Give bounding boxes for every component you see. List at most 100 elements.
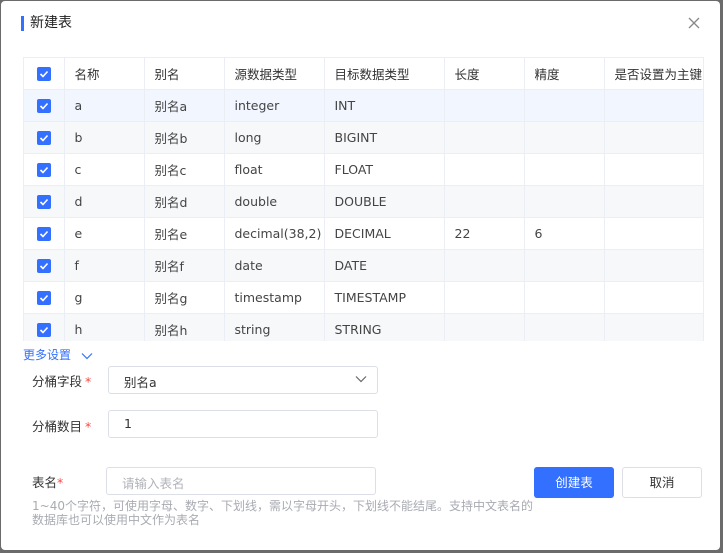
bucket-count-label: 分桶数目 * [32, 419, 92, 434]
cell-length: 22 [444, 217, 525, 250]
cell-length [444, 313, 525, 341]
cell-name: e [64, 217, 145, 250]
cell-src-type: double [224, 185, 325, 218]
bucket-field-select[interactable]: 别名a [108, 366, 378, 394]
cell-src-type: string [224, 313, 325, 341]
cell-length [444, 153, 525, 186]
cell-alias: 别名c [144, 153, 225, 186]
cell-precision [524, 281, 605, 314]
cell-name: a [64, 89, 145, 122]
column-header: 别名 [144, 58, 225, 90]
required-mark: * [57, 475, 64, 490]
row-checkbox[interactable] [36, 227, 51, 242]
row-checkbox[interactable] [36, 323, 51, 338]
more-settings-toggle[interactable]: 更多设置 [23, 346, 93, 363]
cell-target-type: FLOAT [324, 153, 445, 186]
table-row: f 别名f date DATE [24, 249, 703, 282]
row-checkbox-cell [24, 153, 65, 186]
cell-primary-key[interactable] [604, 121, 703, 154]
row-checkbox[interactable] [36, 163, 51, 178]
column-header: 精度 [524, 58, 605, 90]
row-checkbox-cell [24, 217, 65, 250]
column-header: 是否设置为主键 [604, 58, 703, 90]
cell-length [444, 121, 525, 154]
cell-precision [524, 313, 605, 341]
fields-table: 名称 别名 源数据类型 目标数据类型 长度 精度 是否设置为主键 a 别名a int… [23, 57, 704, 341]
cell-alias: 别名f [144, 249, 225, 282]
cell-src-type: long [224, 121, 325, 154]
cell-src-type: integer [224, 89, 325, 122]
column-header: 长度 [444, 58, 525, 90]
column-header: 源数据类型 [224, 58, 325, 90]
cell-primary-key[interactable] [604, 281, 703, 314]
cell-src-type: decimal(38,2) [224, 217, 325, 250]
cell-primary-key[interactable] [604, 89, 703, 122]
table-name-input[interactable]: 请输入表名 [106, 467, 376, 495]
table-row: e 别名e decimal(38,2) DECIMAL 22 6 [24, 217, 703, 250]
bucket-count-input[interactable]: 1 [108, 410, 378, 438]
row-checkbox[interactable] [36, 195, 51, 210]
title-accent-bar [21, 16, 24, 31]
cell-name: d [64, 185, 145, 218]
column-header: 目标数据类型 [324, 58, 445, 90]
required-mark: * [85, 419, 92, 434]
cell-precision [524, 121, 605, 154]
table-row: a 别名a integer INT [24, 89, 703, 122]
cell-name: c [64, 153, 145, 186]
cell-primary-key[interactable] [604, 217, 703, 250]
cell-target-type: TIMESTAMP [324, 281, 445, 314]
row-checkbox[interactable] [36, 259, 51, 274]
cell-precision [524, 249, 605, 282]
cell-src-type: date [224, 249, 325, 282]
table-header-row: 名称 别名 源数据类型 目标数据类型 长度 精度 是否设置为主键 [24, 58, 703, 90]
cell-length [444, 281, 525, 314]
cell-target-type: INT [324, 89, 445, 122]
dialog-title: 新建表 [30, 15, 72, 31]
table-row: c 别名c float FLOAT [24, 153, 703, 186]
cell-alias: 别名a [144, 89, 225, 122]
bucket-count-value: 1 [124, 416, 132, 431]
cell-target-type: BIGINT [324, 121, 445, 154]
cell-precision [524, 89, 605, 122]
table-name-label: 表名* [32, 475, 64, 490]
row-checkbox[interactable] [36, 131, 51, 146]
row-checkbox-cell [24, 121, 65, 154]
chevron-down-icon [81, 352, 93, 359]
table-row: d 别名d double DOUBLE [24, 185, 703, 218]
cell-name: b [64, 121, 145, 154]
select-all-cell [24, 58, 65, 90]
table-name-placeholder: 请输入表名 [122, 476, 185, 491]
row-checkbox[interactable] [36, 291, 51, 306]
cell-alias: 别名b [144, 121, 225, 154]
cell-target-type: STRING [324, 313, 445, 341]
table-row: h 别名h string STRING [24, 313, 703, 341]
cell-target-type: DATE [324, 249, 445, 282]
cancel-button[interactable]: 取消 [622, 467, 702, 498]
new-table-dialog: 新建表 名称 别名 源数据类型 目标数据类型 长度 精度 是否设置为主键 a 别… [1, 1, 720, 550]
row-checkbox-cell [24, 185, 65, 218]
cell-target-type: DOUBLE [324, 185, 445, 218]
more-settings-label: 更多设置 [23, 348, 72, 362]
cell-length [444, 185, 525, 218]
required-mark: * [85, 374, 92, 389]
cell-alias: 别名d [144, 185, 225, 218]
row-checkbox-cell [24, 89, 65, 122]
cell-precision [524, 153, 605, 186]
cell-src-type: timestamp [224, 281, 325, 314]
table-name-hint: 1~40个字符，可使用字母、数字、下划线，需以字母开头，下划线不能结尾。支持中文… [32, 499, 533, 527]
bucket-field-label: 分桶字段 * [32, 374, 92, 389]
cell-src-type: float [224, 153, 325, 186]
cell-primary-key[interactable] [604, 153, 703, 186]
bucket-field-value: 别名a [124, 375, 157, 390]
row-checkbox[interactable] [36, 99, 51, 114]
cell-primary-key[interactable] [604, 185, 703, 218]
dialog-header: 新建表 [1, 1, 720, 45]
cell-length [444, 89, 525, 122]
row-checkbox-cell [24, 281, 65, 314]
select-all-checkbox[interactable] [36, 67, 51, 82]
close-icon[interactable] [687, 16, 701, 30]
cell-primary-key[interactable] [604, 249, 703, 282]
cell-primary-key[interactable] [604, 313, 703, 341]
create-table-button[interactable]: 创建表 [534, 467, 614, 498]
cell-name: f [64, 249, 145, 282]
